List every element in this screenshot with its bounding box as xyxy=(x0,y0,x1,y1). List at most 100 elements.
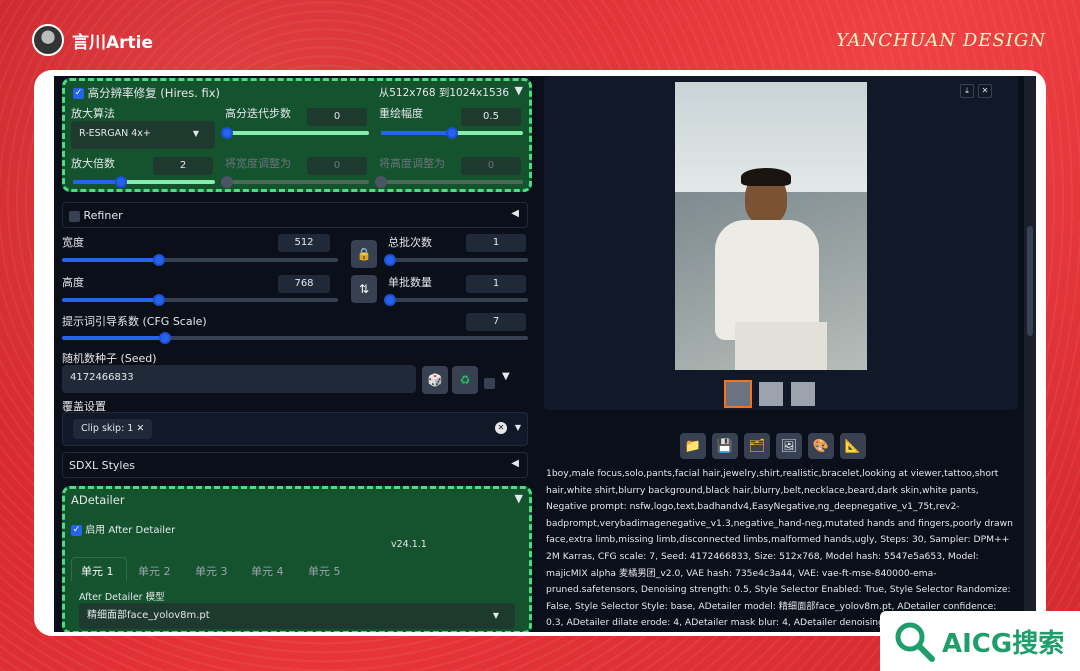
dropdown-arrow-icon: ▼ xyxy=(192,129,199,138)
refiner-checkbox[interactable] xyxy=(69,210,80,222)
batch-count-input[interactable]: 1 xyxy=(466,234,526,252)
dropdown-arrow-icon: ▼ xyxy=(492,611,499,620)
hires-title: 高分辨率修复 (Hires. fix) xyxy=(87,86,221,100)
tab-unit-5[interactable]: 单元 5 xyxy=(308,563,341,579)
zip-button[interactable]: 🗂 xyxy=(744,433,770,459)
cfg-slider[interactable] xyxy=(62,332,528,344)
thumbnail-1[interactable] xyxy=(724,380,752,408)
send-to-inpaint-button[interactable]: 🎨 xyxy=(808,433,834,459)
batch-count-slider[interactable] xyxy=(384,254,528,266)
close-icon[interactable]: ✕ xyxy=(978,84,992,98)
width-input[interactable]: 512 xyxy=(278,234,330,252)
seed-input[interactable]: 4172466833 xyxy=(62,365,416,393)
thumbnail-3[interactable] xyxy=(791,382,815,406)
webui-app: ✓ 高分辨率修复 (Hires. fix) 从512x768 到1024x153… xyxy=(54,76,1036,632)
generated-image[interactable] xyxy=(675,82,867,370)
hires-resolution: 从512x768 到1024x1536 xyxy=(378,87,509,99)
tab-unit-1[interactable]: 单元 1 xyxy=(81,563,114,579)
refiner-panel[interactable]: Refiner ◀ xyxy=(62,202,528,228)
batch-size-input[interactable]: 1 xyxy=(466,275,526,293)
recycle-icon: ♻ xyxy=(459,373,471,387)
image-icon: 🖼 xyxy=(780,438,798,454)
send-to-extras-button[interactable]: 📐 xyxy=(840,433,866,459)
resize-width-slider[interactable] xyxy=(221,176,369,188)
clear-icon[interactable]: ✕ xyxy=(495,422,507,434)
save-button[interactable]: 💾 xyxy=(712,433,738,459)
device-frame: ✓ 高分辨率修复 (Hires. fix) 从512x768 到1024x153… xyxy=(34,70,1046,636)
save-icon: 💾 xyxy=(716,438,734,454)
settings-panel: ✓ 高分辨率修复 (Hires. fix) 从512x768 到1024x153… xyxy=(54,76,538,632)
clip-skip-chip[interactable]: Clip skip: 1 ✕ xyxy=(73,419,153,439)
output-panel: ⤓ ✕ 📁 💾 🗂 🖼 🎨 📐 1boy,male focus,solo,pan… xyxy=(544,76,1022,632)
brand-name: 言川Artie xyxy=(72,32,154,53)
denoise-label: 重绘幅度 xyxy=(379,107,423,120)
width-label: 宽度 xyxy=(62,236,84,249)
height-input[interactable]: 768 xyxy=(278,275,330,293)
batch-size-label: 单批数量 xyxy=(388,276,432,289)
seed-label: 随机数种子 (Seed) xyxy=(62,352,157,365)
hires-steps-label: 高分迭代步数 xyxy=(225,107,291,120)
hires-fix-panel: ✓ 高分辨率修复 (Hires. fix) 从512x768 到1024x153… xyxy=(62,78,532,192)
adetailer-model-select[interactable]: 精细面部face_yolov8m.pt ▼ xyxy=(79,603,515,629)
hires-steps-slider[interactable] xyxy=(221,127,369,139)
scale-input[interactable]: 2 xyxy=(153,157,213,175)
hires-steps-input[interactable]: 0 xyxy=(307,108,367,126)
resize-height-label: 将高度调整为 xyxy=(379,157,445,170)
thumbnail-2[interactable] xyxy=(759,382,783,406)
swap-icon: ⇅ xyxy=(358,282,370,296)
sdxl-title: SDXL Styles xyxy=(69,459,135,472)
adetailer-version: v24.1.1 xyxy=(391,539,427,550)
expand-icon[interactable]: ◀ xyxy=(511,208,519,219)
palette-icon: 🎨 xyxy=(812,438,830,454)
tab-unit-3[interactable]: 单元 3 xyxy=(195,563,228,579)
refiner-title: Refiner xyxy=(83,209,123,222)
dropdown-arrow-icon[interactable]: ▼ xyxy=(515,423,521,432)
open-folder-button[interactable]: 📁 xyxy=(680,433,706,459)
scrollbar[interactable] xyxy=(1024,76,1036,632)
override-settings[interactable]: Clip skip: 1 ✕ ✕ ▼ xyxy=(62,412,528,446)
adetailer-title: ADetailer xyxy=(71,493,125,507)
design-title: YANCHUAN DESIGN xyxy=(836,30,1046,51)
expand-icon[interactable]: ◀ xyxy=(511,458,519,469)
collapse-icon[interactable]: ▼ xyxy=(515,492,523,505)
adetailer-enable-checkbox[interactable]: ✓ xyxy=(71,524,82,536)
width-slider[interactable] xyxy=(62,254,338,266)
adetailer-enable-label: 启用 After Detailer xyxy=(85,525,176,536)
search-icon xyxy=(895,622,935,662)
sdxl-styles-panel[interactable]: SDXL Styles ◀ xyxy=(62,452,528,478)
denoise-input[interactable]: 0.5 xyxy=(461,108,521,126)
dice-icon: 🎲 xyxy=(427,373,443,387)
resize-width-input[interactable]: 0 xyxy=(307,157,367,175)
height-slider[interactable] xyxy=(62,294,338,306)
resize-height-slider[interactable] xyxy=(375,176,523,188)
extra-seed-toggle-icon[interactable]: ▼ xyxy=(502,371,510,382)
reuse-seed-button[interactable]: ♻ xyxy=(452,366,478,394)
hires-checkbox[interactable]: ✓ xyxy=(73,88,84,99)
random-seed-button[interactable]: 🎲 xyxy=(422,366,448,394)
brand: 言川Artie xyxy=(32,24,153,56)
download-icon[interactable]: ⤓ xyxy=(960,84,974,98)
remove-chip-icon[interactable]: ✕ xyxy=(136,423,144,434)
lock-icon: 🔒 xyxy=(356,247,372,261)
collapse-icon[interactable]: ▼ xyxy=(515,84,523,97)
upscaler-label: 放大算法 xyxy=(71,107,115,120)
tab-unit-2[interactable]: 单元 2 xyxy=(138,563,171,579)
tab-unit-4[interactable]: 单元 4 xyxy=(251,563,284,579)
cfg-input[interactable]: 7 xyxy=(466,313,526,331)
swap-dimensions-button[interactable]: ⇅ xyxy=(351,275,377,303)
scale-slider[interactable] xyxy=(73,176,215,188)
height-label: 高度 xyxy=(62,276,84,289)
scale-label: 放大倍数 xyxy=(71,157,115,170)
avatar xyxy=(32,24,64,56)
extra-seed-checkbox[interactable] xyxy=(484,378,495,389)
lock-aspect-button[interactable]: 🔒 xyxy=(351,240,377,268)
generation-info: 1boy,male focus,solo,pants,facial hair,j… xyxy=(546,468,1013,629)
adetailer-model-label: After Detailer 模型 xyxy=(79,592,165,603)
upscaler-select[interactable]: R-ESRGAN 4x+ ▼ xyxy=(71,121,215,149)
batch-size-slider[interactable] xyxy=(384,294,528,306)
resize-height-input[interactable]: 0 xyxy=(461,157,521,175)
denoise-slider[interactable] xyxy=(381,127,523,139)
folder-icon: 📁 xyxy=(684,438,702,454)
resize-width-label: 将宽度调整为 xyxy=(225,157,291,170)
send-to-img2img-button[interactable]: 🖼 xyxy=(776,433,802,459)
